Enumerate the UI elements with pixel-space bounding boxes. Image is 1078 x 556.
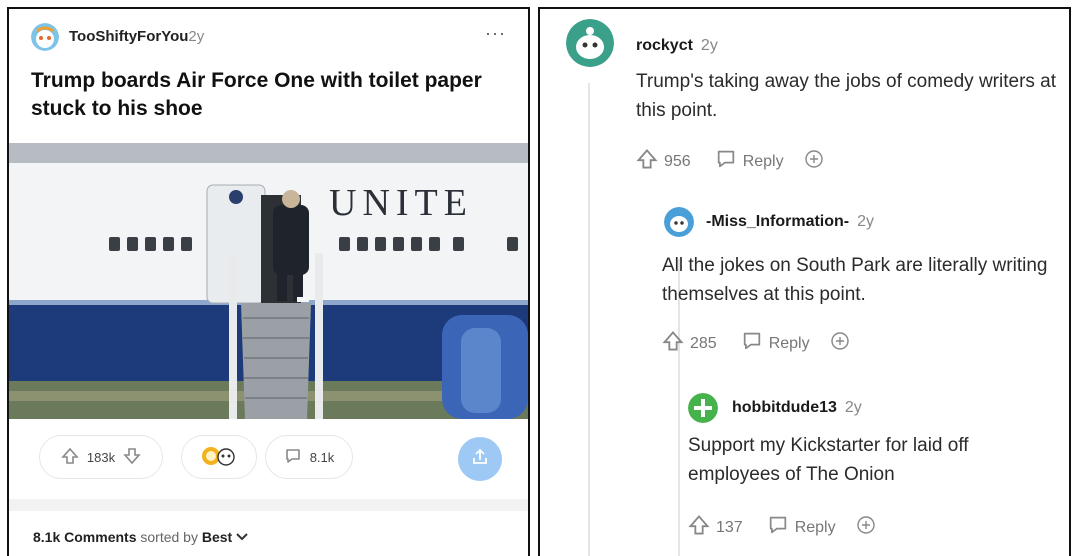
arrow-up-icon[interactable] xyxy=(636,148,658,175)
plane-lettering: UNITE xyxy=(329,182,473,224)
comments-total: 8.1k Comments xyxy=(33,529,137,545)
more-options-icon[interactable]: ··· xyxy=(485,23,506,44)
avatar[interactable] xyxy=(688,393,718,423)
comment-actions: 137 Reply xyxy=(688,513,878,542)
post-actions: 183k 8.1k xyxy=(9,435,528,485)
username-text[interactable]: -Miss_Information- xyxy=(706,213,849,230)
award-icon xyxy=(199,444,239,471)
comments-count: 8.1k xyxy=(309,449,335,465)
sort-value[interactable]: Best xyxy=(202,529,232,545)
username-text[interactable]: rockyct xyxy=(636,37,693,54)
upvote-group[interactable]: 285 xyxy=(662,330,717,357)
reply-label[interactable]: Reply xyxy=(769,335,810,353)
comment-bubble-icon xyxy=(284,447,302,468)
post-panel: TooShiftyForYou2y ··· Trump boards Air F… xyxy=(7,7,530,556)
reply-label[interactable]: Reply xyxy=(743,153,784,171)
reply-button[interactable]: Reply xyxy=(715,148,784,175)
post-age: 2y xyxy=(188,28,205,45)
comment-actions: 956 Reply xyxy=(636,147,826,176)
vote-count: 137 xyxy=(716,518,743,536)
comment-bubble-icon xyxy=(715,148,737,175)
share-button[interactable] xyxy=(458,437,502,481)
avatar[interactable] xyxy=(664,207,694,237)
comment-bubble-icon xyxy=(741,330,763,357)
upvote-icon[interactable] xyxy=(61,447,79,468)
comment-bubble-icon xyxy=(767,514,789,541)
chevron-down-icon[interactable] xyxy=(236,529,248,545)
award-button[interactable] xyxy=(181,435,257,479)
comment-age: 2y xyxy=(844,399,862,416)
add-award-icon[interactable] xyxy=(828,329,852,358)
vote-count: 285 xyxy=(690,334,717,352)
comments-panel: rockyct 2y Trump's taking away the jobs o… xyxy=(538,7,1071,556)
reply-button[interactable]: Reply xyxy=(767,514,836,541)
upvote-count: 183k xyxy=(86,449,116,465)
upvote-group[interactable]: 137 xyxy=(688,514,743,541)
comment-item: hobbitdude13 2y Support my Kickstarter fo… xyxy=(540,381,1069,556)
comment-age: 2y xyxy=(857,213,875,230)
comment-username[interactable]: rockyct 2y xyxy=(636,37,718,55)
comment-username[interactable]: hobbitdude13 2y xyxy=(732,399,862,417)
add-award-icon[interactable] xyxy=(854,513,878,542)
username-text[interactable]: hobbitdude13 xyxy=(732,399,837,416)
post-header: TooShiftyForYou2y ··· xyxy=(31,23,506,51)
comment-body: Trump's taking away the jobs of comedy w… xyxy=(636,71,1057,121)
comment-body: All the jokes on South Park are literall… xyxy=(662,255,1048,305)
comment-age: 2y xyxy=(700,37,718,54)
comment-item: -Miss_Information- 2y All the jokes on So… xyxy=(540,199,1069,379)
comments-sort[interactable]: 8.1k Comments sorted by Best xyxy=(33,529,248,545)
comment-actions: 285 Reply xyxy=(662,329,852,358)
post-image[interactable]: UNITE xyxy=(9,143,528,419)
upvote-group[interactable]: 956 xyxy=(636,148,691,175)
downvote-icon[interactable] xyxy=(123,447,141,468)
vote-pill: 183k xyxy=(39,435,163,479)
reply-label[interactable]: Reply xyxy=(795,519,836,537)
comment-username[interactable]: -Miss_Information- 2y xyxy=(706,213,874,231)
section-divider xyxy=(9,499,528,511)
add-award-icon[interactable] xyxy=(802,147,826,176)
comment-body: Support my Kickstarter for laid off empl… xyxy=(688,435,969,485)
username-text[interactable]: TooShiftyForYou xyxy=(69,28,188,45)
vote-count: 956 xyxy=(664,152,691,170)
comments-button[interactable]: 8.1k xyxy=(265,435,353,479)
share-icon xyxy=(470,447,490,472)
post-username[interactable]: TooShiftyForYou2y xyxy=(69,28,204,45)
reply-button[interactable]: Reply xyxy=(741,330,810,357)
arrow-up-icon[interactable] xyxy=(688,514,710,541)
avatar[interactable] xyxy=(566,19,614,67)
post-title[interactable]: Trump boards Air Force One with toilet p… xyxy=(31,67,501,123)
arrow-up-icon[interactable] xyxy=(662,330,684,357)
comment-item: rockyct 2y Trump's taking away the jobs o… xyxy=(540,9,1069,189)
user-avatar[interactable] xyxy=(31,23,59,51)
sort-label: sorted by xyxy=(140,529,198,545)
